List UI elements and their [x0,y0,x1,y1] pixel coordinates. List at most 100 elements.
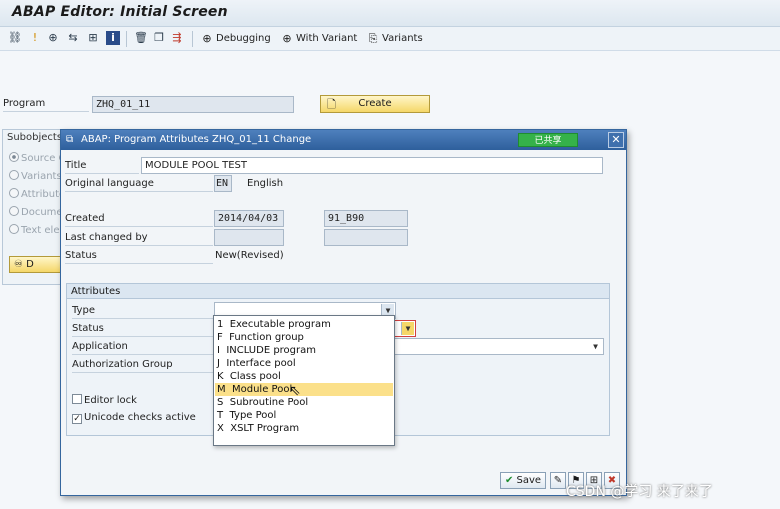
title-bar: ABAP Editor: Initial Screen [0,0,780,27]
last-changed-date-field [214,229,284,246]
radio-icon [9,170,19,180]
label-underline [65,245,213,246]
editor-lock-checkbox[interactable]: Editor lock [72,394,137,406]
radio-icon [9,206,19,216]
subobjects-panel: Subobjects Source C Variants Attribute D… [2,129,66,285]
save-label: Save [516,475,542,486]
radio-icon [9,224,19,234]
last-changed-user-field [324,229,408,246]
attributes-header: Attributes [67,284,609,299]
exclamation-icon[interactable]: ! [28,31,42,45]
original-language-name: English [247,178,284,189]
application-label: Application [72,341,128,352]
toolbar-separator [192,31,193,47]
dropdown-option-highlighted[interactable]: M Module Pool [215,383,393,396]
program-input[interactable]: ZHQ_01_11 [92,96,294,113]
original-language-label: Original language [65,178,154,189]
chevron-down-icon[interactable]: ▼ [589,340,602,353]
delete-icon[interactable]: 🗑 [134,31,148,45]
option-label: INCLUDE program [226,345,316,356]
status-value: New(Revised) [215,250,284,261]
program-label-underline [3,111,89,112]
option-label: XSLT Program [230,423,300,434]
unicode-checks-label: Unicode checks active [84,412,196,423]
display-button[interactable]: ♾ D [9,256,63,273]
option-label: Interface pool [226,358,296,369]
option-label: Module Pool [232,384,293,395]
dialog-title: ABAP: Program Attributes ZHQ_01_11 Chang… [81,134,312,145]
label-underline [65,173,139,174]
application-toolbar: ⛓ ! ⊕ ⇆ ⊞ i 🗑 ❐ ⇶ ⊕ Debugging ⊕ With Varia… [0,27,780,51]
created-label: Created [65,213,105,224]
option-code: I [217,345,220,356]
option-label: Function group [229,332,304,343]
dropdown-option[interactable]: F Function group [215,331,393,344]
authorization-group-label: Authorization Group [72,359,173,370]
info-icon[interactable]: i [106,31,120,45]
label-underline [65,263,213,264]
option-code: J [217,358,220,369]
label-underline [65,226,213,227]
dropdown-option[interactable]: K Class pool [215,370,393,383]
dropdown-option[interactable]: T Type Pool [215,409,393,422]
copy-icon[interactable]: ❐ [152,31,166,45]
subobject-variants-radio[interactable]: Variants [9,170,62,182]
subobject-text-elements-radio[interactable]: Text ele [9,224,60,236]
chevron-down-icon[interactable]: ▼ [401,322,414,335]
save-button[interactable]: ✔ Save [500,472,546,489]
dropdown-option[interactable]: 1 Executable program [215,318,393,331]
status-attr-label: Status [72,323,104,334]
window-title: ABAP Editor: Initial Screen [12,4,228,20]
label-underline [72,318,214,319]
debugging-button[interactable]: ⊕ Debugging [200,30,271,47]
type-label: Type [72,305,95,316]
execute-icon[interactable]: ⊕ [46,31,60,45]
dropdown-option[interactable]: S Subroutine Pool [215,396,393,409]
checkmark-icon: ✔ [504,475,514,486]
subobject-label: Text ele [21,225,60,236]
subobject-attributes-radio[interactable]: Attribute [9,188,65,200]
option-label: Executable program [229,319,331,330]
execute-variant-icon: ⊕ [282,32,292,45]
dropdown-option[interactable]: J Interface pool [215,357,393,370]
type-dropdown-list: 1 Executable program F Function group I … [213,315,395,446]
created-date-field: 2014/04/03 [214,210,284,227]
variants-icon: ⎘ [368,32,378,45]
subobject-label: Source C [21,153,66,164]
variants-button[interactable]: ⎘ Variants [366,30,423,47]
title-input[interactable]: MODULE POOL TEST [141,157,603,174]
option-code: X [217,423,224,434]
debugging-label: Debugging [216,33,271,44]
subobject-documentation-radio[interactable]: Docume [9,206,63,218]
with-variant-button[interactable]: ⊕ With Variant [280,30,357,47]
edit-icon[interactable]: ✎ [550,472,566,489]
watermark: CSDN @学习 来了来了 [566,484,713,500]
option-code: S [217,397,224,408]
status-label: Status [65,250,97,261]
debug-icon: ⊕ [202,32,212,45]
where-used-icon[interactable]: ⇆ [66,31,80,45]
rename-icon[interactable]: ⇶ [170,31,184,45]
with-variant-label: With Variant [296,33,358,44]
dialog-title-bar: ⧉ ABAP: Program Attributes ZHQ_01_11 Cha… [61,130,626,150]
unicode-checks-checkbox[interactable]: ✓ Unicode checks active [72,412,196,424]
label-underline [72,372,214,373]
original-language-code: EN [214,175,232,192]
option-code: T [217,410,224,421]
dropdown-option[interactable]: X XSLT Program [215,422,393,435]
dropdown-option[interactable]: I INCLUDE program [215,344,393,357]
close-icon[interactable]: ✕ [608,132,624,148]
created-user-field: 91_B90 [324,210,408,227]
hierarchy-icon[interactable]: ⛓ [8,31,22,45]
tree-icon[interactable]: ⊞ [86,31,100,45]
create-button[interactable]: 🗋 Create [320,95,430,113]
label-underline [65,191,213,192]
display-label: D [26,259,34,270]
option-code: F [217,332,223,343]
new-document-icon: 🗋 [327,98,336,111]
subobject-source-radio[interactable]: Source C [9,152,66,164]
variants-label: Variants [382,33,423,44]
last-changed-label: Last changed by [65,232,148,243]
option-code: K [217,371,224,382]
radio-icon [9,188,19,198]
